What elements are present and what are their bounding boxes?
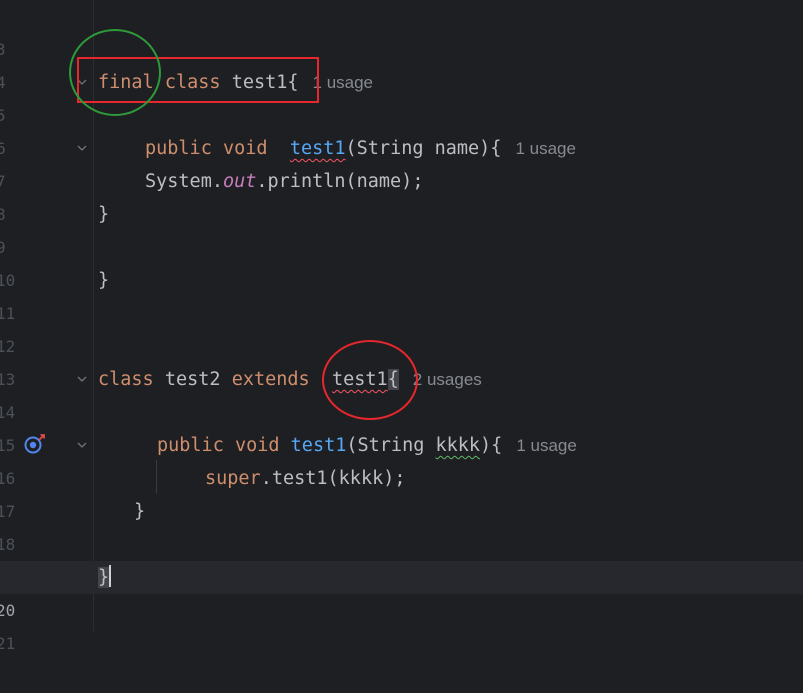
code-line-current[interactable]: 20 } xyxy=(0,561,803,620)
keyword-void: void xyxy=(222,138,268,159)
param-name: kkkk xyxy=(435,435,481,456)
keyword-super: super xyxy=(205,468,261,489)
code-line[interactable]: 11 } xyxy=(0,264,803,323)
code-line[interactable]: 12 xyxy=(0,297,803,356)
closing-brace-line: } xyxy=(98,561,112,594)
indent-guide xyxy=(156,460,157,494)
chevron-down-icon[interactable] xyxy=(76,142,88,154)
system-ref: System. xyxy=(145,171,223,192)
method-declaration: public void test1(String name){ 1 usage xyxy=(145,132,576,165)
method-name: test1 xyxy=(289,138,346,159)
statement: System.out.println(name); xyxy=(145,165,423,198)
usage-hint[interactable]: 1 usage xyxy=(313,73,374,92)
code-line[interactable]: 16 public void test1(String kkkk){1 usag… xyxy=(0,429,803,488)
usage-hint[interactable]: 1 usage xyxy=(516,436,577,455)
keyword-public: public xyxy=(157,435,224,456)
code-line[interactable]: 8 System.out.println(name); xyxy=(0,165,803,224)
statement: super.test1(kkkk); xyxy=(205,462,406,495)
code-line[interactable]: 19 xyxy=(0,528,803,587)
keyword-public: public xyxy=(145,138,212,159)
code-line[interactable]: 3 xyxy=(0,0,803,59)
closing-brace: } xyxy=(98,567,110,588)
class-declaration: class test2 extends test1{2 usages xyxy=(98,363,482,396)
annotation-red-circle xyxy=(322,340,418,420)
closing-brace: } xyxy=(134,501,146,522)
usage-hint[interactable]: 1 usage xyxy=(515,139,576,158)
line-number: 21 xyxy=(0,634,16,653)
method-params: (String xyxy=(346,435,436,456)
code-line[interactable]: 17 super.test1(kkkk); xyxy=(0,462,803,521)
code-line[interactable]: 18 } xyxy=(0,495,803,554)
annotation-green-circle xyxy=(69,29,161,116)
code-line[interactable]: 9 } xyxy=(0,198,803,257)
code-editor[interactable]: 3 4 5 final class test1{1 usage 6 7 publ… xyxy=(0,0,803,653)
overrides-method-icon[interactable] xyxy=(24,433,48,455)
keyword-void: void xyxy=(234,435,280,456)
method-params-end: ){ xyxy=(480,435,503,456)
class-name: test2 xyxy=(164,369,221,390)
static-field-out: out xyxy=(222,171,257,192)
code-line[interactable]: 7 public void test1(String name){1 usage xyxy=(0,132,803,191)
closing-brace: } xyxy=(98,270,110,291)
code-line[interactable]: 21 xyxy=(0,594,803,653)
method-name: test1 xyxy=(290,435,347,456)
usage-hint[interactable]: 2 usages xyxy=(413,370,482,389)
println-call: .println(name); xyxy=(256,171,424,192)
method-params: (String name){ xyxy=(345,138,502,159)
text-caret xyxy=(109,565,112,587)
chevron-down-icon[interactable] xyxy=(76,439,88,451)
chevron-down-icon[interactable] xyxy=(76,373,88,385)
keyword-class: class xyxy=(98,369,154,390)
code-line[interactable]: 10 xyxy=(0,231,803,290)
closing-brace: } xyxy=(98,204,110,225)
keyword-extends: extends xyxy=(231,369,310,390)
super-call: .test1(kkkk); xyxy=(260,468,406,489)
method-declaration: public void test1(String kkkk){ 1 usage xyxy=(157,429,577,462)
